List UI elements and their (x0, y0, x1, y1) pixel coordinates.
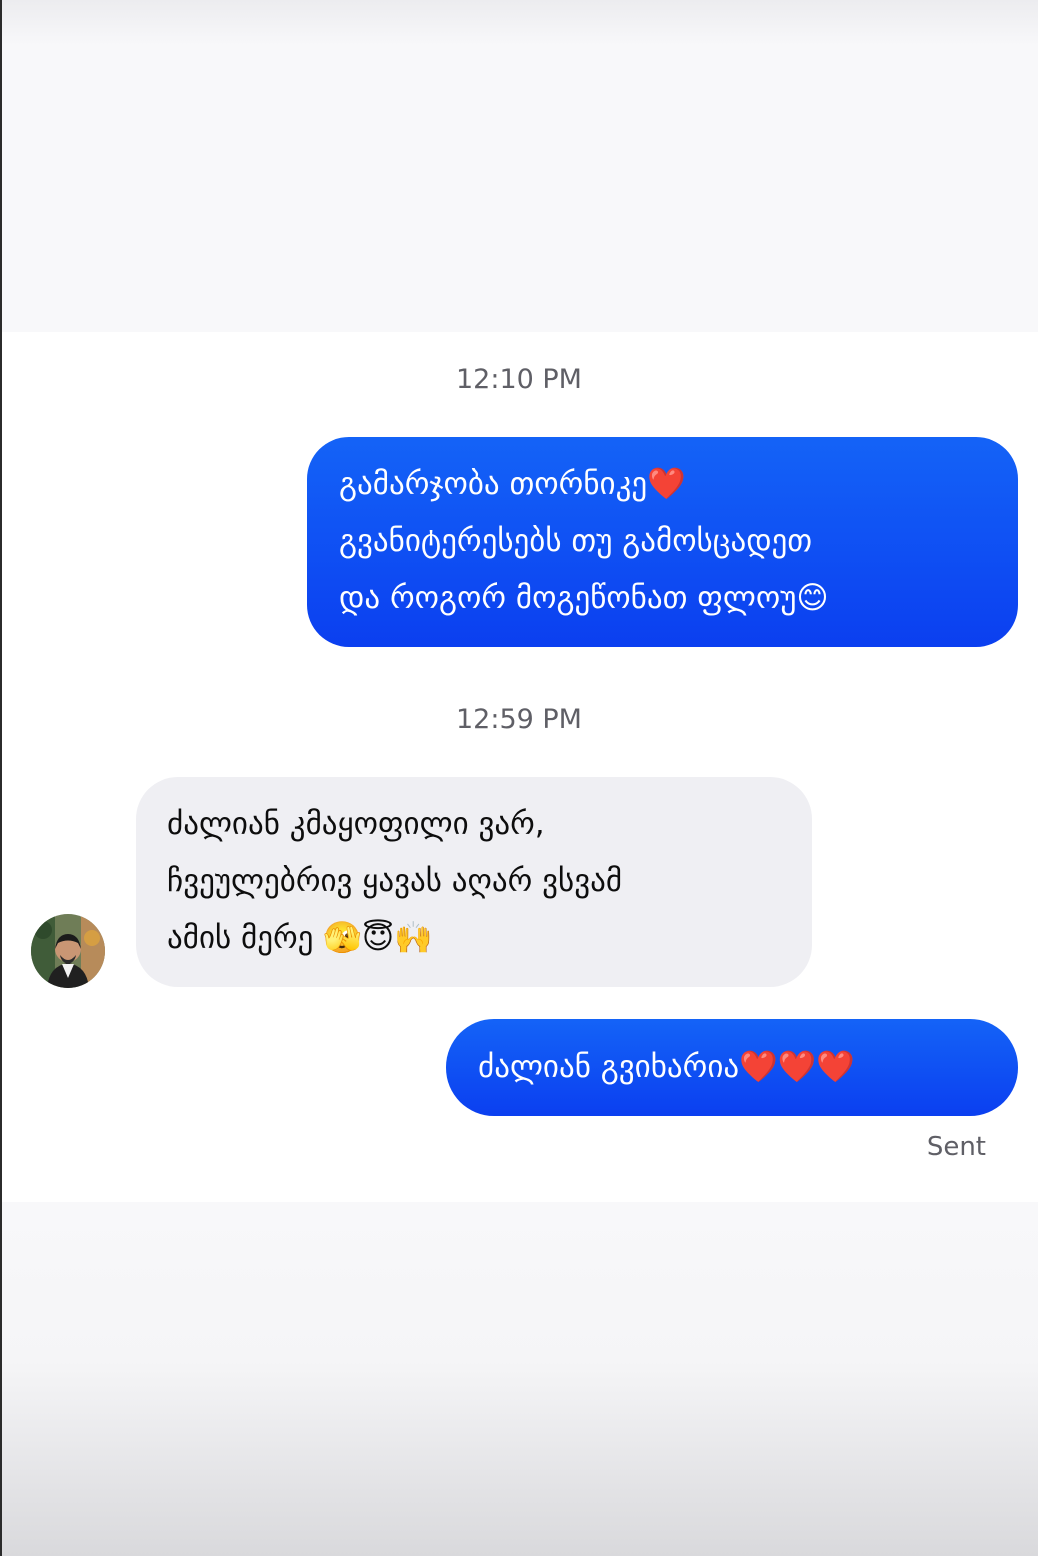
incoming-message[interactable]: ძალიან კმაყოფილი ვარ, ჩვეულებრივ ყავას ა… (136, 777, 812, 987)
timestamp: 12:10 PM (456, 364, 582, 395)
left-edge (0, 0, 2, 1556)
top-fade (0, 0, 1038, 46)
message-line: ჩვეულებრივ ყავას აღარ ვსვამ (167, 863, 623, 899)
contact-avatar-icon[interactable] (31, 914, 105, 988)
message-line: ძალიან გვიხარია❤️❤️❤️ (478, 1049, 855, 1085)
timestamp: 12:59 PM (456, 704, 582, 735)
outgoing-message[interactable]: გამარჯობა თორნიკე❤️ გვანიტერესებს თუ გამ… (307, 437, 1018, 647)
outgoing-message[interactable]: ძალიან გვიხარია❤️❤️❤️ (446, 1019, 1018, 1116)
top-panel (0, 46, 1038, 332)
message-line: გამარჯობა თორნიკე❤️ (339, 466, 686, 502)
bottom-panel (0, 1202, 1038, 1556)
message-line: და როგორ მოგეწონათ ფლოუ😊 (339, 580, 829, 616)
message-line: ძალიან კმაყოფილი ვარ, (167, 806, 545, 842)
message-line: გვანიტერესებს თუ გამოსცადეთ (339, 523, 813, 559)
sent-status: Sent (926, 1132, 986, 1162)
message-line: ამის მერე 🫣😇🙌 (167, 920, 433, 956)
